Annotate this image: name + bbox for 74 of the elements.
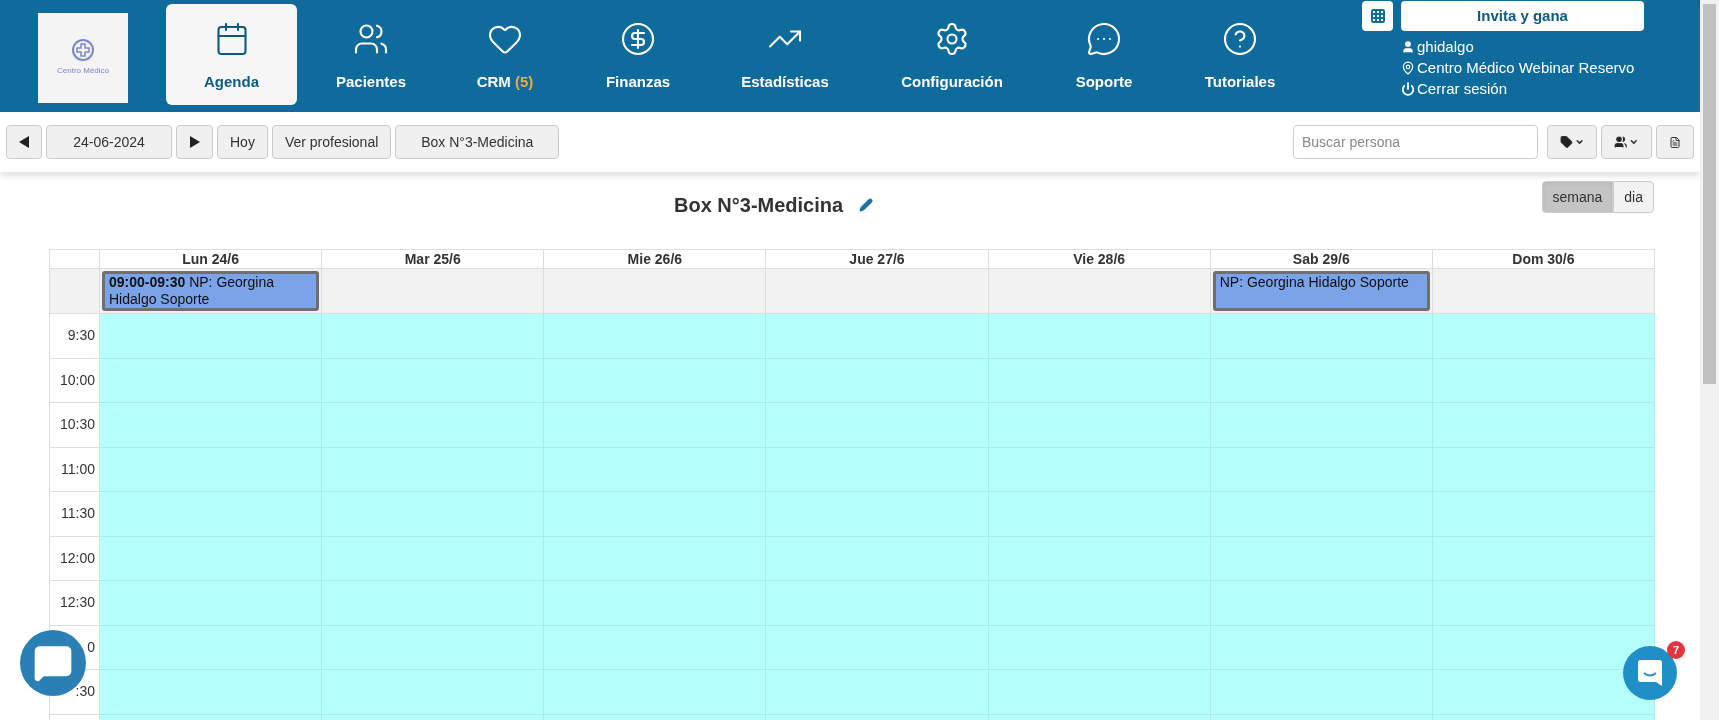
crm-count: (5) [515,73,534,91]
box-button[interactable]: Box N°3-Medicina [395,125,560,159]
nav-label: Pacientes [335,72,406,93]
date-button[interactable]: 24-06-2024 [46,125,172,159]
today-button[interactable]: Hoy [217,125,268,159]
document-button[interactable] [1656,125,1694,159]
nav-tab[interactable]: Soporte [1045,4,1163,105]
next-button[interactable] [176,125,213,159]
tag-icon [1560,135,1573,149]
view-toggle[interactable]: semana [1541,181,1614,213]
notification-badge: 7 [1667,641,1685,659]
document-icon [1669,134,1681,150]
all-day-cell[interactable] [1432,269,1655,314]
caret-icon [1629,137,1639,147]
all-day-cell[interactable] [322,269,545,314]
time-label: 0 [87,637,95,657]
speech-bubble-icon [1086,21,1122,58]
chat-icon [33,643,73,683]
username: ghidalgo [1417,37,1474,57]
all-day-cell[interactable] [544,269,767,314]
time-label: 12:30 [59,593,95,613]
time-label: 12:00 [59,548,95,568]
nav-label: Configuración [901,72,1003,93]
edit-icon[interactable] [859,198,874,212]
all-day-cell[interactable] [988,269,1211,314]
time-label: 10:00 [59,370,95,390]
nav-label: Soporte [1075,72,1133,93]
nav-tab[interactable]: CRM (5) [445,4,565,105]
nav-tab[interactable]: Finanzas [565,4,711,105]
people-icon [1614,135,1628,149]
location: Centro Médico Webinar Reservo [1417,58,1635,78]
time-label: 11:30 [61,504,95,524]
nav-label: Agenda [204,72,259,93]
professional-button[interactable]: Ver profesional [271,125,392,159]
invite-button[interactable]: Invita y gana [1401,1,1644,31]
tag-dropdown-button[interactable] [1547,125,1597,159]
time-label: :30 [75,682,95,702]
nav-tab[interactable]: Agenda [166,4,297,105]
medical-cross-icon [72,39,94,61]
left-triangle-icon [19,136,29,148]
nav-tab[interactable]: Pacientes [297,4,445,105]
search-field[interactable]: Buscar persona [1293,125,1538,159]
nav-tab[interactable]: Configuración [859,4,1045,105]
time-slot[interactable] [1432,670,1655,715]
chat-icon [1638,660,1662,686]
time-label: 11:00 [61,459,95,479]
all-day-cell[interactable] [766,269,989,314]
time-label: 10:30 [59,415,95,435]
apps-button[interactable] [1362,1,1393,31]
people-dropdown-button[interactable] [1601,125,1652,159]
grid-icon [1369,8,1386,24]
pin-icon [1401,60,1415,75]
caret-icon [1574,137,1584,147]
previous-button[interactable] [6,125,42,159]
dollar-icon [620,21,656,58]
appointment-text: 09:00-09:30 NP: Georgina Hidalgo Soporte [109,274,274,307]
user-icon [1401,39,1415,54]
time-label: 9:30 [67,326,95,346]
right-triangle-icon [189,136,200,148]
nav-tab[interactable]: Estadísticas [711,4,859,105]
nav-label: Finanzas [605,72,671,93]
nav-label: CRM (5) [476,72,534,93]
nav-label: Estadísticas [741,72,829,93]
appointment-text: NP: Georgina Hidalgo Soporte [1219,274,1409,290]
power-icon [1401,81,1415,96]
calendar-title: Box N°3-Medicina [674,193,844,218]
scrollbar[interactable] [1700,0,1719,720]
help-icon [1222,21,1258,58]
nav-tab[interactable]: Tutoriales [1163,4,1317,105]
nav-label: Tutoriales [1204,72,1276,93]
settings-icon [934,21,970,58]
logo-text: Centro Médico [57,65,109,77]
logout-link[interactable]: Cerrar sesión [1417,78,1508,99]
view-toggle[interactable]: dia [1613,181,1654,213]
